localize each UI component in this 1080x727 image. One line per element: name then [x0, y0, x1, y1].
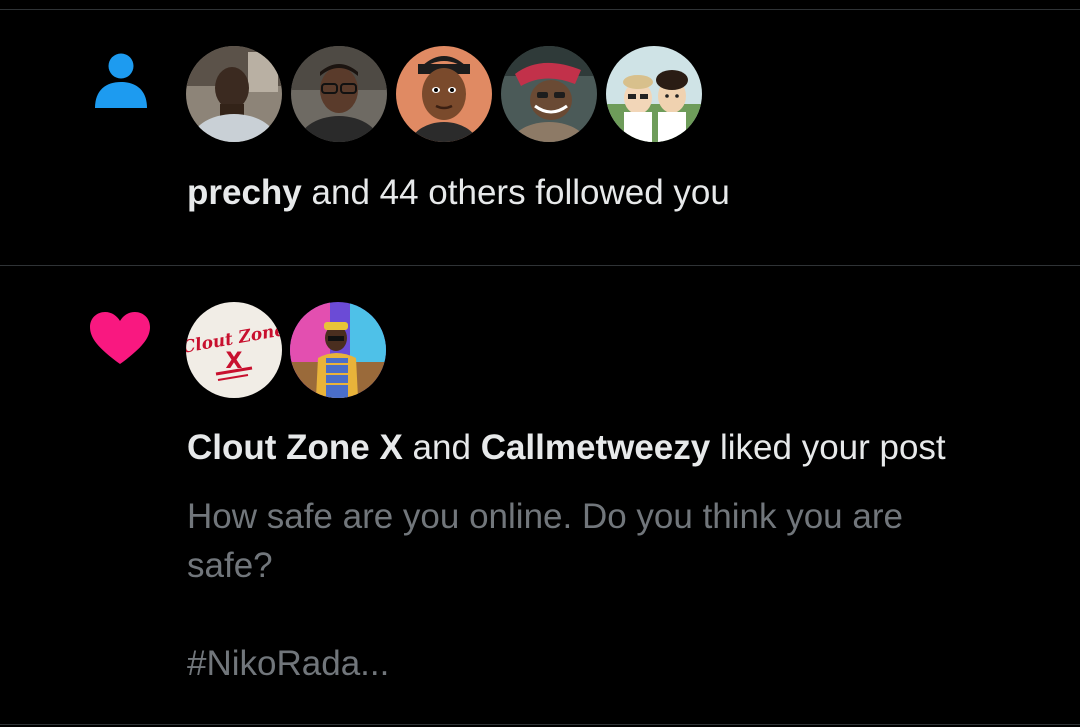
like-connector-text: and	[412, 428, 471, 467]
follow-summary: prechy and 44 others followed you	[187, 171, 730, 215]
post-hashtag: #NikoRada...	[187, 644, 390, 683]
post-snippet[interactable]: How safe are you online. Do you think yo…	[187, 492, 1047, 688]
like-notification[interactable]: Clout Zone X Clout Zone X and Callmetwee…	[0, 266, 1080, 718]
follower-avatar[interactable]	[396, 46, 492, 142]
post-snippet-line: How safe are you online. Do you think yo…	[187, 497, 903, 536]
follower-name-link[interactable]: prechy	[187, 173, 302, 212]
follower-avatar[interactable]	[501, 46, 597, 142]
person-icon	[94, 52, 148, 115]
follower-avatars	[186, 46, 702, 142]
avatar-clout-zone-x[interactable]: Clout Zone X	[186, 302, 282, 398]
post-snippet-spacer	[187, 590, 1047, 639]
like-summary-text: liked your post	[719, 428, 946, 467]
avatar-callmetweezy[interactable]	[290, 302, 386, 398]
heart-icon	[88, 310, 152, 371]
follower-avatar[interactable]	[606, 46, 702, 142]
post-snippet-line: safe?	[187, 546, 273, 585]
like-summary: Clout Zone X and Callmetweezy liked your…	[187, 426, 946, 470]
liker-avatars: Clout Zone X	[186, 302, 386, 398]
bottom-divider	[0, 724, 1080, 725]
follow-summary-text: and 44 others followed you	[311, 173, 730, 212]
liker-name-link[interactable]: Clout Zone X	[187, 428, 403, 467]
follow-notification[interactable]: prechy and 44 others followed you	[0, 10, 1080, 265]
follower-avatar[interactable]	[291, 46, 387, 142]
liker-name-link[interactable]: Callmetweezy	[481, 428, 711, 467]
follower-avatar[interactable]	[186, 46, 282, 142]
